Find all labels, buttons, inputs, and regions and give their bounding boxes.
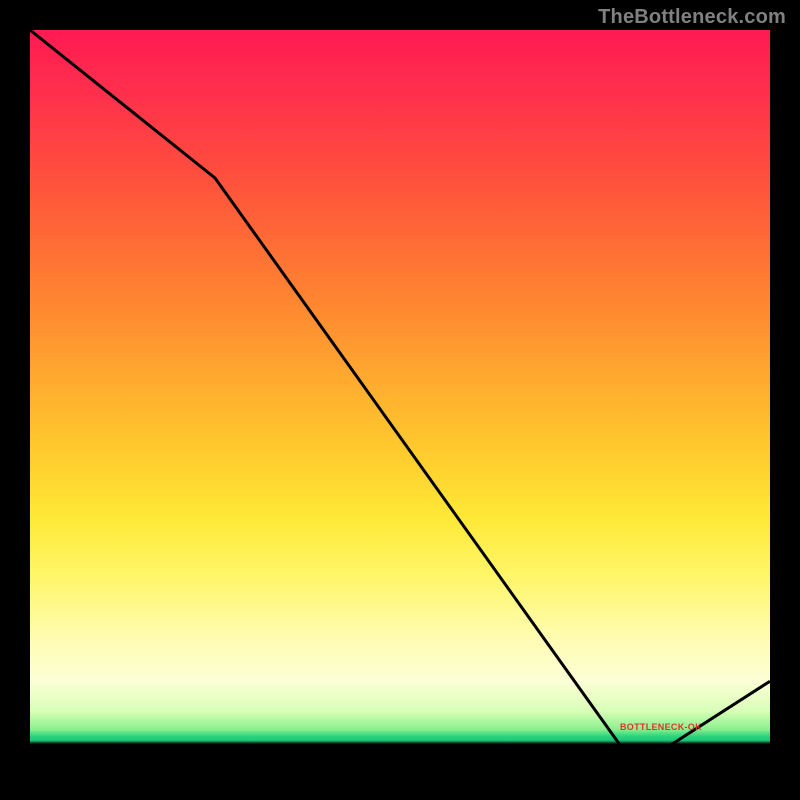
plot-area: BOTTLENECK-OK	[30, 30, 770, 770]
watermark-text: TheBottleneck.com	[598, 6, 786, 29]
bottleneck-line-chart	[30, 30, 770, 770]
chart-stage: TheBottleneck.com BOTTLENECK-OK	[0, 0, 800, 800]
optimum-badge: BOTTLENECK-OK	[620, 722, 702, 732]
